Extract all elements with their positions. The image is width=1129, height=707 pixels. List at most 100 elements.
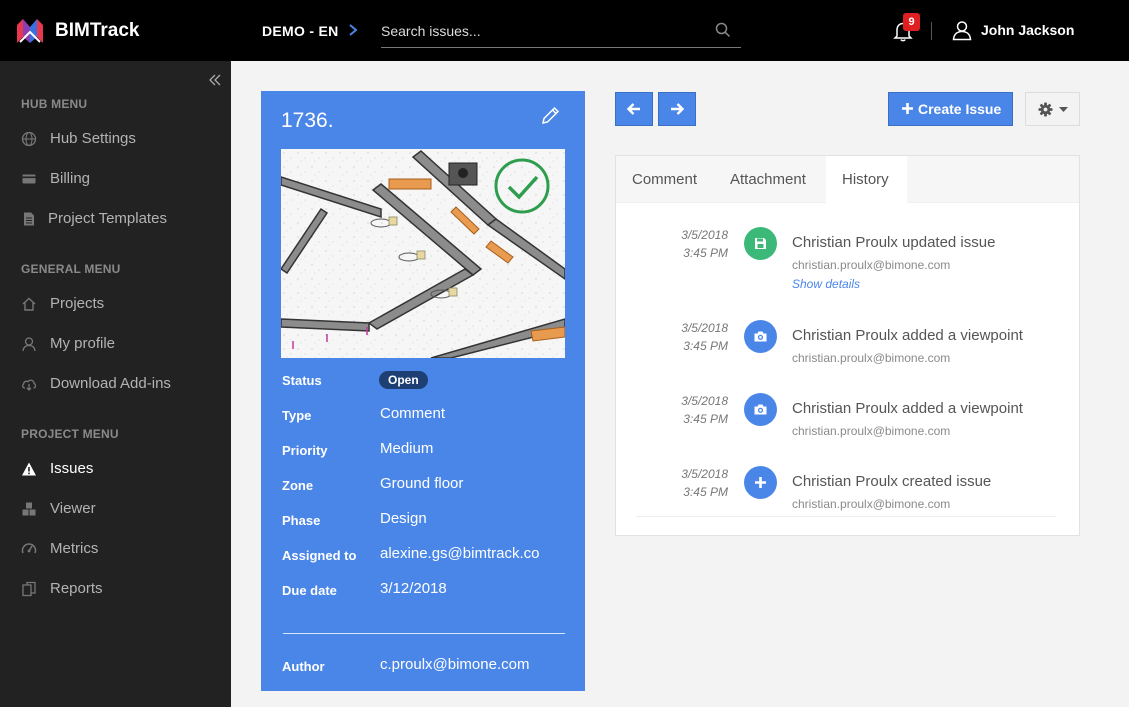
bimtrack-logo[interactable]: [14, 15, 46, 47]
previous-issue-button[interactable]: [615, 92, 653, 126]
zone-value[interactable]: Ground floor: [380, 475, 463, 492]
search-icon[interactable]: [715, 22, 731, 38]
sidebar-item-viewer[interactable]: Viewer: [0, 491, 231, 527]
issue-number: 1736.: [281, 109, 334, 132]
brand-name: BIMTrack: [55, 20, 140, 41]
due-date-value[interactable]: 3/12/2018: [380, 580, 447, 597]
history-text: Christian Proulx added a viewpoint: [792, 327, 1023, 344]
collapse-sidebar-icon[interactable]: [208, 73, 222, 87]
history-email: christian.proulx@bimone.com: [792, 258, 951, 272]
project-selector[interactable]: DEMO - EN: [262, 23, 339, 39]
dashboard-icon: [21, 543, 37, 554]
document-icon: [24, 212, 34, 226]
notification-badge[interactable]: 9: [903, 13, 920, 31]
sidebar-item-hub-settings[interactable]: Hub Settings: [0, 121, 231, 157]
caret-down-icon: [1059, 107, 1068, 112]
sidebar-item-label: Viewer: [50, 500, 96, 517]
cubes-icon: [22, 502, 36, 516]
next-issue-button[interactable]: [658, 92, 696, 126]
hub-menu-title: HUB MENU: [21, 97, 88, 111]
issue-activity-panel: Comment Attachment History 3/5/2018 3:45…: [615, 155, 1080, 536]
sidebar-item-label: Hub Settings: [50, 130, 136, 147]
sidebar-item-metrics[interactable]: Metrics: [0, 531, 231, 567]
search-input[interactable]: [381, 16, 701, 46]
history-entry: 3/5/2018 3:45 PM Christian Proulx added …: [616, 319, 1079, 374]
history-date: 3/5/2018 3:45 PM: [681, 394, 728, 426]
history-date: 3/5/2018 3:45 PM: [681, 467, 728, 499]
history-entry: 3/5/2018 3:45 PM Christian Proulx added …: [616, 392, 1079, 447]
pencil-icon[interactable]: [539, 105, 561, 127]
due-date-label: Due date: [282, 583, 337, 598]
floor-plan-illustration: [281, 149, 565, 358]
history-text: Christian Proulx added a viewpoint: [792, 400, 1023, 417]
sidebar-item-label: Issues: [50, 460, 94, 477]
cloud-download-icon: [22, 379, 37, 391]
sidebar-item-label: My profile: [50, 335, 116, 352]
history-date: 3/5/2018 3:45 PM: [681, 228, 728, 260]
sidebar-item-label: Metrics: [50, 540, 99, 557]
history-text: Christian Proulx created issue: [792, 473, 992, 490]
issue-viewpoint-image[interactable]: [281, 149, 565, 358]
sidebar-item-my-profile[interactable]: My profile: [0, 326, 231, 362]
history-email: christian.proulx@bimone.com: [792, 351, 951, 365]
issue-card: 1736. Status Open Type Comment Priority …: [261, 91, 585, 691]
assigned-to-value[interactable]: alexine.gs@bimtrack.co: [380, 545, 539, 562]
type-label: Type: [282, 408, 312, 423]
tab-bar: Comment Attachment History: [616, 156, 1079, 203]
sidebar-item-billing[interactable]: Billing: [0, 161, 231, 197]
assigned-to-label: Assigned to: [282, 548, 357, 563]
arrow-left-icon: [626, 103, 640, 115]
tab-attachment[interactable]: Attachment: [716, 156, 826, 203]
general-menu-title: GENERAL MENU: [21, 262, 121, 276]
history-text: Christian Proulx updated issue: [792, 234, 996, 251]
plus-icon: [902, 103, 913, 114]
arrow-right-icon: [671, 103, 685, 115]
history-date: 3/5/2018 3:45 PM: [681, 321, 728, 353]
sidebar-item-label: Project Templates: [48, 210, 167, 227]
sidebar-item-projects[interactable]: Projects: [0, 286, 231, 322]
sidebar-item-project-templates[interactable]: Project Templates: [0, 201, 231, 237]
camera-icon: [754, 404, 767, 415]
camera-icon: [754, 331, 767, 342]
copy-document-icon: [22, 581, 36, 597]
divider: [931, 22, 932, 40]
priority-label: Priority: [282, 443, 328, 458]
search-bar: [381, 16, 741, 48]
status-badge[interactable]: Open: [379, 371, 428, 389]
create-issue-label: Create Issue: [918, 101, 1002, 117]
sidebar-item-issues[interactable]: Issues: [0, 451, 231, 487]
sidebar-item-label: Download Add-ins: [50, 375, 171, 392]
top-bar: BIMTrack DEMO - EN 9 John Jackson: [0, 0, 1129, 61]
tab-history[interactable]: History: [826, 156, 907, 203]
history-email: christian.proulx@bimone.com: [792, 424, 951, 438]
gear-icon: [1038, 102, 1053, 117]
phase-label: Phase: [282, 513, 321, 528]
globe-icon: [21, 131, 37, 147]
settings-dropdown-button[interactable]: [1025, 92, 1080, 126]
show-details-link[interactable]: Show details: [792, 277, 860, 291]
warning-icon: [22, 462, 36, 476]
history-entry: 3/5/2018 3:45 PM Christian Proulx create…: [616, 465, 1079, 520]
sidebar-item-label: Projects: [50, 295, 105, 312]
tab-comment[interactable]: Comment: [616, 156, 716, 203]
chevron-right-icon[interactable]: [347, 22, 359, 38]
history-entry: 3/5/2018 3:45 PM Christian Proulx update…: [616, 226, 1079, 301]
sidebar-item-reports[interactable]: Reports: [0, 571, 231, 607]
author-label: Author: [282, 659, 325, 674]
user-name[interactable]: John Jackson: [981, 22, 1074, 38]
project-menu-title: PROJECT MENU: [21, 427, 119, 441]
priority-value[interactable]: Medium: [380, 440, 433, 457]
create-issue-button[interactable]: Create Issue: [888, 92, 1013, 126]
history-icon-circle: [744, 466, 777, 499]
history-icon-circle: [744, 393, 777, 426]
history-icon-circle: [744, 320, 777, 353]
phase-value[interactable]: Design: [380, 510, 427, 527]
credit-card-icon: [22, 174, 36, 184]
user-icon[interactable]: [951, 19, 973, 41]
user-icon: [22, 337, 36, 352]
sidebar-item-label: Reports: [50, 580, 103, 597]
divider: [283, 633, 565, 634]
divider: [636, 516, 1056, 517]
sidebar-item-download-add-ins[interactable]: Download Add-ins: [0, 366, 231, 402]
type-value[interactable]: Comment: [380, 405, 445, 422]
